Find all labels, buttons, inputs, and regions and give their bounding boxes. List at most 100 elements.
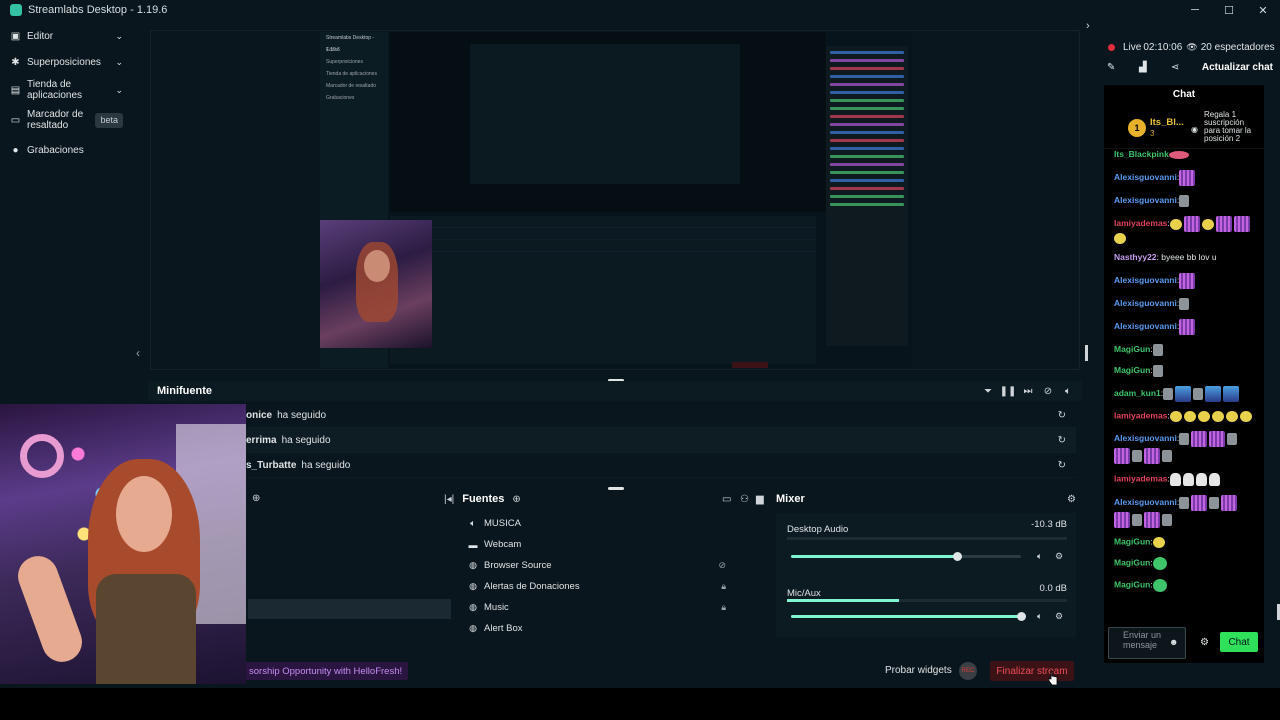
chat-username[interactable]: Its_Blackpink <box>1114 149 1169 159</box>
channel-db: 0.0 dB <box>1039 583 1067 594</box>
gray-emote-icon <box>1163 388 1174 400</box>
selected-scene[interactable] <box>248 599 451 619</box>
label-line-2: resaltado <box>27 120 69 131</box>
preview-scene[interactable]: Streamlabs Desktop - 1.19.6 Editor Super… <box>320 32 912 368</box>
lock-icon[interactable]: 🔒︎ <box>721 581 726 592</box>
mini-sidebar-item: Grabaciones <box>326 95 355 101</box>
source-item[interactable]: ◍ Alertas de Donaciones 🔒︎ <box>468 576 768 597</box>
chat-username[interactable]: Nasthyy22 <box>1114 252 1157 262</box>
streamlabs-logo-icon <box>10 4 22 16</box>
sidebar-item-recordings[interactable]: ● Grabaciones <box>0 137 133 163</box>
resize-handle[interactable] <box>1085 345 1088 361</box>
gray-emote-icon <box>1227 433 1238 445</box>
event-user: errima <box>246 434 277 446</box>
repeat-alert-icon[interactable]: ↻ <box>1058 460 1066 471</box>
chat-username[interactable]: adam_kun1 <box>1114 388 1161 398</box>
record-button[interactable]: REC <box>959 662 977 680</box>
maximize-button[interactable]: ☐ <box>1212 0 1246 20</box>
end-stream-button[interactable]: Finalizar stream <box>990 661 1074 681</box>
chat-username[interactable]: Alexisguovanni <box>1114 172 1177 182</box>
add-source-icon[interactable]: ⊕ <box>512 494 520 505</box>
folder-add-icon[interactable]: ▆ <box>756 494 764 505</box>
chat-message: Alexisguovanni: <box>1104 318 1264 335</box>
event-list: onice ha seguido ↻ errima ha seguido ↻ s… <box>148 403 1076 481</box>
grid-emote-icon <box>1191 495 1208 511</box>
chat-username[interactable]: lamiyademas <box>1114 218 1167 228</box>
collapse-sources-icon[interactable]: |◂| <box>444 494 454 505</box>
source-tools-icon[interactable]: ▭ <box>722 494 731 505</box>
chat-username[interactable]: MagiGun <box>1114 557 1150 567</box>
gear-icon[interactable]: ⚙ <box>1200 637 1209 648</box>
source-item[interactable]: ◍ Browser Source ⊘ <box>468 555 768 576</box>
refresh-chat-button[interactable]: Actualizar chat <box>1202 62 1273 73</box>
filter-icon[interactable]: ⏷ <box>978 386 998 397</box>
volume-slider[interactable] <box>791 552 1021 561</box>
event-action: ha seguido <box>301 459 351 471</box>
chat-username[interactable]: MagiGun <box>1114 344 1150 354</box>
hidden-eye-icon[interactable]: ⊘ <box>718 560 726 571</box>
repeat-alert-icon[interactable]: ↻ <box>1058 410 1066 421</box>
chat-username[interactable]: MagiGun <box>1114 536 1150 546</box>
source-item[interactable]: 🔈︎ MUSICA <box>468 513 768 534</box>
chat-username[interactable]: Alexisguovanni <box>1114 275 1177 285</box>
chat-username[interactable]: MagiGun <box>1114 365 1150 375</box>
chat-username[interactable]: Alexisguovanni <box>1114 497 1177 507</box>
close-button[interactable]: ✕ <box>1246 0 1280 20</box>
mini-sidebar-item: Superposiciones <box>326 59 363 65</box>
sponsorship-banner[interactable]: sorship Opportunity with HelloFresh! <box>243 662 409 680</box>
green-emote-icon <box>1152 557 1167 570</box>
edit-stream-icon[interactable]: ✎ <box>1107 62 1115 73</box>
chevron-left-icon[interactable]: ‹ <box>136 346 140 360</box>
volume-icon[interactable]: 🔈︎ <box>1058 386 1078 397</box>
pc-emote-icon <box>1175 386 1192 402</box>
test-widgets-button[interactable]: Probar widgets <box>885 665 952 676</box>
sidebar-item-label: Superposiciones <box>27 56 101 68</box>
link-icon[interactable]: ⚇ <box>740 494 749 505</box>
sidebar-item-overlays[interactable]: ✱ Superposiciones ⌄ <box>0 49 133 75</box>
chat-username[interactable]: MagiGun <box>1114 579 1150 589</box>
mixer-channel-mic: Mic/Aux 0.0 dB 🔈︎ ⚙ <box>787 583 1067 621</box>
pause-icon[interactable]: ❚❚ <box>998 386 1018 397</box>
chat-username[interactable]: Alexisguovanni <box>1114 321 1177 331</box>
gray-emote-icon <box>1132 450 1142 462</box>
minimize-button[interactable]: ─ <box>1178 0 1212 20</box>
send-chat-button[interactable]: Chat <box>1220 632 1258 652</box>
chat-username[interactable]: Alexisguovanni <box>1114 433 1177 443</box>
repeat-alert-icon[interactable]: ↻ <box>1058 435 1066 446</box>
mute-alerts-icon[interactable]: ⊘ <box>1038 386 1058 397</box>
gear-icon[interactable]: ⚙ <box>1055 611 1063 622</box>
chat-username[interactable]: lamiyademas <box>1114 410 1167 420</box>
hand-cursor-icon <box>1048 670 1058 686</box>
source-item[interactable]: ◍ Alert Box <box>468 618 768 639</box>
add-scene-icon[interactable]: ⊕ <box>252 493 260 504</box>
sidebar-item-highlighter[interactable]: ▭ Marcador de resaltado beta <box>0 105 133 135</box>
gear-icon[interactable]: ⚙ <box>1067 494 1076 505</box>
chat-username[interactable]: lamiyademas <box>1114 473 1167 483</box>
chat-message: MagiGun: <box>1104 556 1264 570</box>
stream-preview[interactable]: Streamlabs Desktop - 1.19.6 Editor Super… <box>134 22 1090 374</box>
source-item[interactable]: ▬ Webcam <box>468 534 768 555</box>
event-action: ha seguido <box>277 409 327 421</box>
gray-emote-icon <box>1179 433 1190 445</box>
chat-message: Alexisguovanni: <box>1104 430 1264 464</box>
chat-username[interactable]: Alexisguovanni <box>1114 298 1177 308</box>
emoji-icon[interactable]: ☻ <box>1169 637 1178 647</box>
sidebar-item-editor[interactable]: ▣ Editor ⌄ <box>0 23 133 49</box>
skip-icon[interactable]: ⏭ <box>1018 386 1038 397</box>
source-item[interactable]: ◍ Music 🔒︎ <box>468 597 768 618</box>
chevron-right-icon[interactable]: › <box>1086 20 1090 32</box>
sidebar-item-app-store[interactable]: ▤ Tienda de aplicaciones ⌄ <box>0 75 133 105</box>
blob-emote-icon <box>1169 218 1182 230</box>
body-shape <box>96 574 196 684</box>
speaker-icon[interactable]: 🔈︎ <box>1037 611 1042 622</box>
gear-icon[interactable]: ⚙ <box>1055 551 1063 562</box>
speaker-icon[interactable]: 🔈︎ <box>1037 551 1042 562</box>
lock-icon[interactable]: 🔒︎ <box>721 602 726 613</box>
sources-panel: |◂| Fuentes ⊕ ▭ ⚇ ▆ 🔈︎ MUSICA ▬ Webcam ◍… <box>444 489 770 645</box>
speaker-icon: 🔈︎ <box>470 518 476 528</box>
dashboard-icon[interactable]: ▟ <box>1139 62 1147 73</box>
chat-message: Nasthyy22: byeee bb lov u <box>1104 252 1264 264</box>
share-icon[interactable]: ⋖ <box>1171 62 1179 73</box>
volume-slider[interactable] <box>791 612 1026 621</box>
chat-username[interactable]: Alexisguovanni <box>1114 195 1177 205</box>
